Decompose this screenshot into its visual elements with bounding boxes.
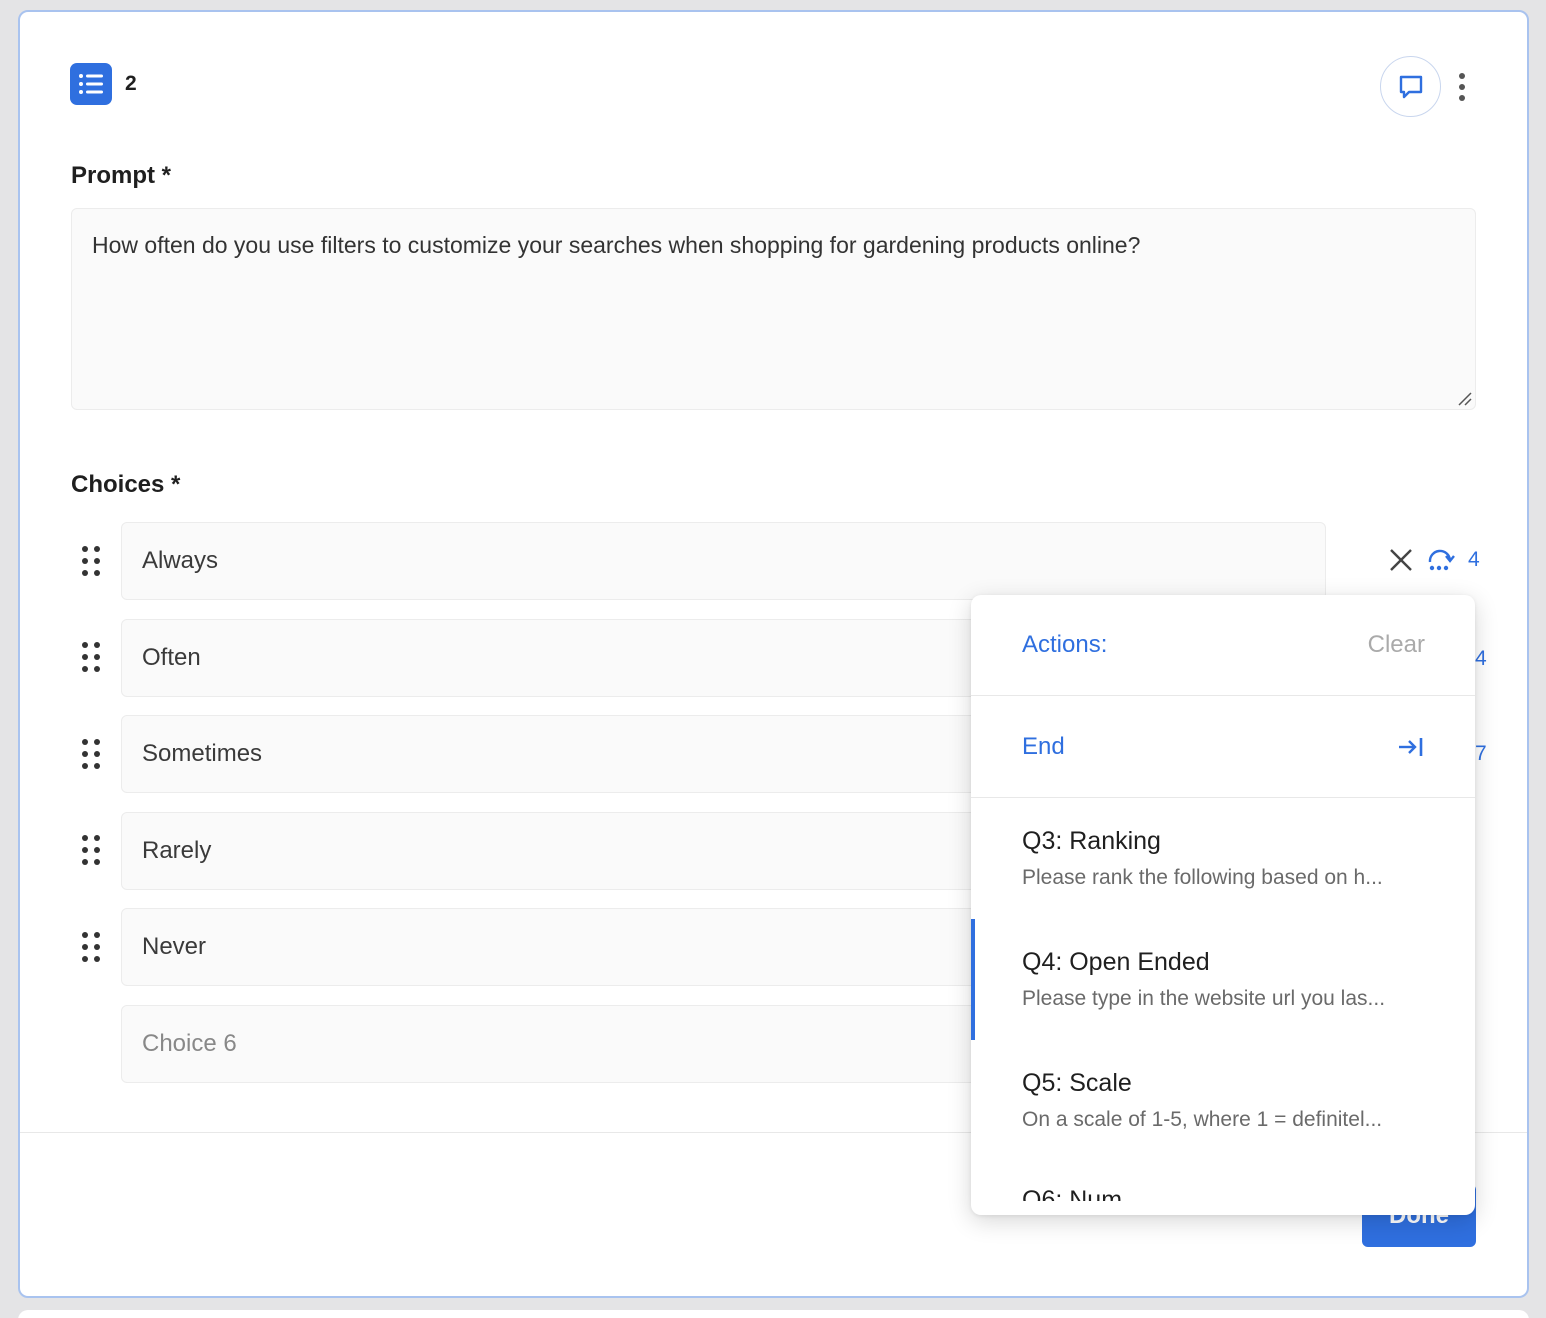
dropdown-item-q3[interactable]: Q3: Ranking Please rank the following ba… — [971, 798, 1475, 919]
dropdown-title: Actions: — [1022, 631, 1108, 658]
dropdown-header: Actions: Clear — [971, 595, 1475, 696]
dropdown-item-title: Q5: Scale — [1022, 1069, 1132, 1097]
skip-target-number[interactable]: 4 — [1475, 647, 1487, 671]
comment-icon — [1399, 75, 1422, 98]
arrow-to-end-icon — [1399, 737, 1423, 756]
choice-text: Always — [142, 547, 219, 574]
choice-row-actions: 4 — [1388, 547, 1480, 573]
drag-handle-icon[interactable] — [82, 642, 100, 672]
close-icon[interactable] — [1388, 547, 1414, 573]
choice-text: Never — [142, 933, 207, 960]
choice-text: Often — [142, 644, 201, 671]
end-option[interactable]: End — [971, 696, 1475, 798]
next-question-card — [18, 1310, 1529, 1318]
dropdown-item-subtitle: On a scale of 1-5, where 1 = definitel..… — [1022, 1108, 1383, 1131]
prompt-text: How often do you use filters to customiz… — [92, 232, 1141, 258]
skip-target-number[interactable]: 7 — [1475, 742, 1487, 766]
drag-handle-icon[interactable] — [82, 546, 100, 576]
dropdown-item-q4[interactable]: Q4: Open Ended Please type in the websit… — [971, 919, 1475, 1040]
more-options-icon[interactable] — [1450, 70, 1474, 104]
dropdown-item-subtitle: Please rank the following based on h... — [1022, 866, 1383, 889]
end-label: End — [1022, 732, 1065, 760]
comment-button[interactable] — [1380, 56, 1441, 117]
question-number: 2 — [125, 72, 137, 95]
choice-text: Rarely — [142, 837, 212, 864]
drag-handle-icon[interactable] — [82, 932, 100, 962]
dropdown-item-subtitle: Please type in the website url you las..… — [1022, 987, 1386, 1010]
clear-button[interactable]: Clear — [1368, 631, 1425, 659]
dropdown-item-title: Q3: Ranking — [1022, 827, 1161, 855]
skip-target-number[interactable]: 4 — [1468, 548, 1480, 572]
drag-handle-icon[interactable] — [82, 835, 100, 865]
drag-handle-icon[interactable] — [82, 739, 100, 769]
dropdown-item-q6[interactable]: Q6: Num... — [971, 1161, 1475, 1201]
dropdown-item-title: Q6: Num... — [1022, 1186, 1143, 1201]
list-icon — [70, 63, 112, 105]
prompt-textarea[interactable]: How often do you use filters to customiz… — [71, 208, 1476, 410]
dropdown-item-title: Q4: Open Ended — [1022, 948, 1210, 976]
prompt-label: Prompt * — [71, 162, 172, 189]
choices-label: Choices * — [71, 471, 181, 498]
choice-placeholder: Choice 6 — [142, 1030, 237, 1057]
choice-input[interactable]: Always — [121, 522, 1326, 600]
skip-logic-icon[interactable] — [1426, 548, 1456, 572]
dropdown-item-q5[interactable]: Q5: Scale On a scale of 1-5, where 1 = d… — [971, 1040, 1475, 1161]
resize-grip-icon[interactable] — [1457, 391, 1473, 407]
actions-dropdown: Actions: Clear End Q3: Ranking Please ra… — [971, 595, 1475, 1215]
choice-text: Sometimes — [142, 740, 263, 767]
